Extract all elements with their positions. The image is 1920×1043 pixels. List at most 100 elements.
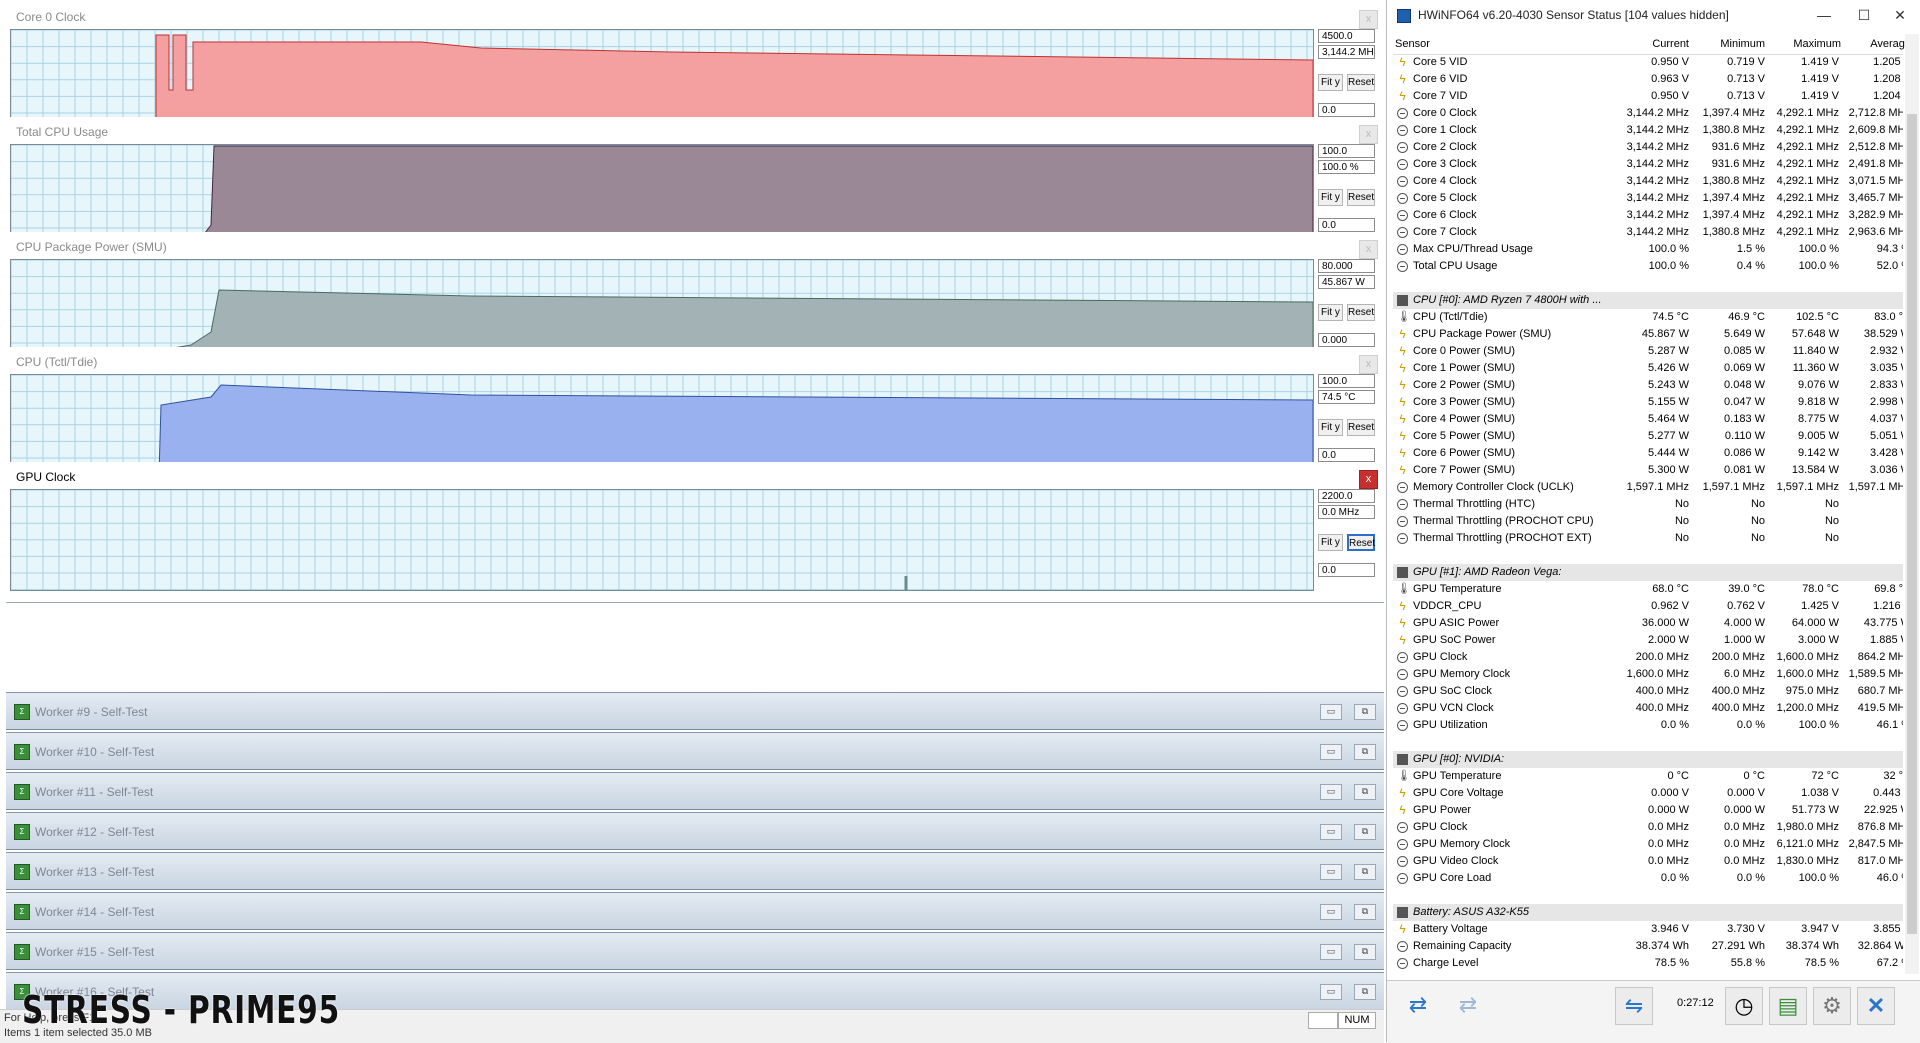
minimize-icon[interactable]: — bbox=[1811, 4, 1837, 26]
reset-button[interactable]: Reset bbox=[1347, 189, 1375, 206]
sensor-row[interactable]: GPU Clock 200.0 MHz 200.0 MHz 1,600.0 MHz 86… bbox=[1393, 649, 1903, 666]
restore-icon[interactable]: ⧉ bbox=[1354, 704, 1376, 720]
minimize-icon[interactable]: ▭ bbox=[1320, 704, 1342, 720]
graph-close-button[interactable]: x bbox=[1359, 10, 1378, 29]
graph-max-value[interactable]: 100.0 bbox=[1318, 374, 1375, 388]
sensor-row[interactable]: ϟ GPU Power 0.000 W 0.000 W 51.773 W 22.925 W bbox=[1393, 802, 1903, 819]
restore-icon[interactable]: ⧉ bbox=[1354, 744, 1376, 760]
sensor-row[interactable]: Core 0 Clock 3,144.2 MHz 1,397.4 MHz 4,292.… bbox=[1393, 105, 1903, 122]
clock-icon[interactable]: ◷ bbox=[1725, 987, 1763, 1025]
sensor-row[interactable]: ϟ GPU SoC Power 2.000 W 1.000 W 3.000 W 1.885… bbox=[1393, 632, 1903, 649]
sensor-row[interactable]: Thermal Throttling (PROCHOT CPU) No No No bbox=[1393, 513, 1903, 530]
sensor-row[interactable]: GPU Video Clock 0.0 MHz 0.0 MHz 1,830.0 MHz… bbox=[1393, 853, 1903, 870]
scrollbar-thumb[interactable] bbox=[1907, 114, 1917, 934]
fit-y-button[interactable]: Fit y bbox=[1318, 189, 1343, 206]
sensor-row[interactable]: 🌡 CPU (Tctl/Tdie) 74.5 °C 46.9 °C 102.5 °C 83… bbox=[1393, 309, 1903, 326]
sensor-row[interactable]: Core 7 Clock 3,144.2 MHz 1,380.8 MHz 4,292.… bbox=[1393, 224, 1903, 241]
sensor-row[interactable]: ϟ Core 4 Power (SMU) 5.464 W 0.183 W 8.775 W… bbox=[1393, 411, 1903, 428]
fit-y-button[interactable]: Fit y bbox=[1318, 74, 1343, 91]
sensor-row[interactable]: ϟ Core 6 Power (SMU) 5.444 W 0.086 W 9.142 W… bbox=[1393, 445, 1903, 462]
minimize-icon[interactable]: ▭ bbox=[1320, 864, 1342, 880]
worker-window[interactable]: Σ Worker #12 - Self-Test ▭ ⧉ bbox=[6, 812, 1384, 850]
sensor-list[interactable]: ϟCore 5 VID0.950 V0.719 V1.419 V1.205 Vϟ… bbox=[1393, 54, 1903, 974]
sensor-row[interactable]: Memory Controller Clock (UCLK) 1,597.1 MH… bbox=[1393, 479, 1903, 496]
sensor-row[interactable]: GPU Memory Clock 1,600.0 MHz 6.0 MHz 1,600.… bbox=[1393, 666, 1903, 683]
reset-button[interactable]: Reset bbox=[1347, 74, 1375, 91]
graph-close-button[interactable]: x bbox=[1359, 470, 1378, 489]
graph-close-button[interactable]: x bbox=[1359, 355, 1378, 374]
sensor-row[interactable]: GPU SoC Clock 400.0 MHz 400.0 MHz 975.0 MHz… bbox=[1393, 683, 1903, 700]
sensor-row[interactable]: Core 5 Clock 3,144.2 MHz 1,397.4 MHz 4,292.… bbox=[1393, 190, 1903, 207]
reset-button[interactable]: Reset bbox=[1347, 419, 1375, 436]
sensor-group-header[interactable]: CPU [#0]: AMD Ryzen 7 4800H with ... bbox=[1393, 292, 1903, 309]
sensor-row[interactable]: Remaining Capacity 38.374 Wh 27.291 Wh 38.3… bbox=[1393, 938, 1903, 955]
close-sensors-icon[interactable]: ✕ bbox=[1857, 987, 1895, 1025]
sensor-row[interactable]: ϟ GPU Core Voltage 0.000 V 0.000 V 1.038 V 0.… bbox=[1393, 785, 1903, 802]
sensor-row[interactable]: ϟ Battery Voltage 3.946 V 3.730 V 3.947 V 3.8… bbox=[1393, 921, 1903, 938]
graph-close-button[interactable]: x bbox=[1359, 125, 1378, 144]
sensor-row[interactable]: GPU Utilization 0.0 % 0.0 % 100.0 % 46.1 % bbox=[1393, 717, 1903, 734]
sensor-row[interactable]: Core 1 Clock 3,144.2 MHz 1,380.8 MHz 4,292.… bbox=[1393, 122, 1903, 139]
sensor-row[interactable]: ϟ Core 6 VID 0.963 V 0.713 V 1.419 V 1.208 V bbox=[1393, 71, 1903, 88]
maximize-icon[interactable]: ☐ bbox=[1851, 4, 1877, 26]
sensor-row[interactable]: Thermal Throttling (HTC) No No No bbox=[1393, 496, 1903, 513]
graph-max-value[interactable]: 4500.0 bbox=[1318, 29, 1375, 43]
sensor-row[interactable]: GPU Clock 0.0 MHz 0.0 MHz 1,980.0 MHz 876.8 … bbox=[1393, 819, 1903, 836]
restore-icon[interactable]: ⧉ bbox=[1354, 984, 1376, 1000]
header-current[interactable]: Current bbox=[1639, 38, 1689, 50]
graph-max-value[interactable]: 80.000 bbox=[1318, 259, 1375, 273]
sensor-row[interactable]: Charge Level 78.5 % 55.8 % 78.5 % 67.2 % bbox=[1393, 955, 1903, 972]
sensor-list-scrollbar[interactable] bbox=[1905, 34, 1919, 974]
header-minimum[interactable]: Minimum bbox=[1713, 38, 1765, 50]
sensor-row[interactable]: Core 4 Clock 3,144.2 MHz 1,380.8 MHz 4,292.… bbox=[1393, 173, 1903, 190]
sensor-row[interactable]: 🌡GPU Temperature 0 °C 0 °C 72 °C 32 °C bbox=[1393, 768, 1903, 785]
sensor-row[interactable]: GPU Core Load 0.0 % 0.0 % 100.0 % 46.0 % bbox=[1393, 870, 1903, 887]
graph-min-value[interactable]: 0.0 bbox=[1318, 448, 1375, 462]
header-average[interactable]: Average bbox=[1859, 38, 1911, 50]
close-icon[interactable]: ✕ bbox=[1887, 4, 1913, 26]
reset-button[interactable]: Reset bbox=[1347, 534, 1375, 551]
network-icon[interactable]: ⇋ bbox=[1615, 987, 1653, 1025]
minimize-icon[interactable]: ▭ bbox=[1320, 784, 1342, 800]
sensor-group-header[interactable]: GPU [#1]: AMD Radeon Vega: bbox=[1393, 564, 1903, 581]
sensor-row[interactable]: ϟ Core 2 Power (SMU) 5.243 W 0.048 W 9.076 W… bbox=[1393, 377, 1903, 394]
sensor-row[interactable]: ϟ Core 5 VID 0.950 V 0.719 V 1.419 V 1.205 V bbox=[1393, 54, 1903, 71]
sensor-row[interactable]: ϟ Core 3 Power (SMU) 5.155 W 0.047 W 9.818 W… bbox=[1393, 394, 1903, 411]
graph-min-value[interactable]: 0.0 bbox=[1318, 563, 1375, 577]
sensor-group-header[interactable]: Battery: ASUS A32-K55 bbox=[1393, 904, 1903, 921]
sensor-row[interactable]: ϟ Core 0 Power (SMU) 5.287 W 0.085 W 11.840 … bbox=[1393, 343, 1903, 360]
worker-window[interactable]: Σ Worker #10 - Self-Test ▭ ⧉ bbox=[6, 732, 1384, 770]
add-report-icon[interactable]: ▤ bbox=[1769, 987, 1807, 1025]
sensor-row[interactable]: Total CPU Usage 100.0 % 0.4 % 100.0 % 52.0 % bbox=[1393, 258, 1903, 275]
minimize-icon[interactable]: ▭ bbox=[1320, 944, 1342, 960]
restore-icon[interactable]: ⧉ bbox=[1354, 944, 1376, 960]
fit-y-button[interactable]: Fit y bbox=[1318, 419, 1343, 436]
header-maximum[interactable]: Maximum bbox=[1785, 38, 1841, 50]
nav-arrows-icon[interactable]: ⇄ bbox=[1395, 987, 1441, 1023]
worker-window[interactable]: Σ Worker #13 - Self-Test ▭ ⧉ bbox=[6, 852, 1384, 890]
settings-icon[interactable]: ⚙ bbox=[1813, 987, 1851, 1025]
sensor-row[interactable]: GPU VCN Clock 400.0 MHz 400.0 MHz 1,200.0 M… bbox=[1393, 700, 1903, 717]
restore-icon[interactable]: ⧉ bbox=[1354, 784, 1376, 800]
sensor-row[interactable]: ϟ GPU ASIC Power 36.000 W 4.000 W 64.000 W 43… bbox=[1393, 615, 1903, 632]
hwinfo-titlebar[interactable]: HWiNFO64 v6.20-4030 Sensor Status [104 v… bbox=[1387, 0, 1920, 30]
minimize-icon[interactable]: ▭ bbox=[1320, 744, 1342, 760]
worker-window[interactable]: Σ Worker #15 - Self-Test ▭ ⧉ bbox=[6, 932, 1384, 970]
sensor-row[interactable]: Core 6 Clock 3,144.2 MHz 1,397.4 MHz 4,292.… bbox=[1393, 207, 1903, 224]
worker-window[interactable]: Σ Worker #14 - Self-Test ▭ ⧉ bbox=[6, 892, 1384, 930]
minimize-icon[interactable]: ▭ bbox=[1320, 984, 1342, 1000]
header-sensor[interactable]: Sensor bbox=[1395, 38, 1430, 50]
worker-window[interactable]: Σ Worker #9 - Self-Test ▭ ⧉ bbox=[6, 692, 1384, 730]
restore-icon[interactable]: ⧉ bbox=[1354, 904, 1376, 920]
restore-icon[interactable]: ⧉ bbox=[1354, 824, 1376, 840]
worker-window[interactable]: Σ Worker #11 - Self-Test ▭ ⧉ bbox=[6, 772, 1384, 810]
reset-button[interactable]: Reset bbox=[1347, 304, 1375, 321]
sensor-row[interactable]: Thermal Throttling (PROCHOT EXT) No No No bbox=[1393, 530, 1903, 547]
minimize-icon[interactable]: ▭ bbox=[1320, 824, 1342, 840]
sensor-row[interactable]: 🌡 GPU Temperature 68.0 °C 39.0 °C 78.0 °C 69.… bbox=[1393, 581, 1903, 598]
graph-min-value[interactable]: 0.0 bbox=[1318, 103, 1375, 117]
fit-y-button[interactable]: Fit y bbox=[1318, 304, 1343, 321]
sensor-row[interactable]: ϟ VDDCR_CPU 0.962 V 0.762 V 1.425 V 1.216 V bbox=[1393, 598, 1903, 615]
minimize-icon[interactable]: ▭ bbox=[1320, 904, 1342, 920]
sensor-row[interactable]: Core 3 Clock 3,144.2 MHz 931.6 MHz 4,292.1 … bbox=[1393, 156, 1903, 173]
